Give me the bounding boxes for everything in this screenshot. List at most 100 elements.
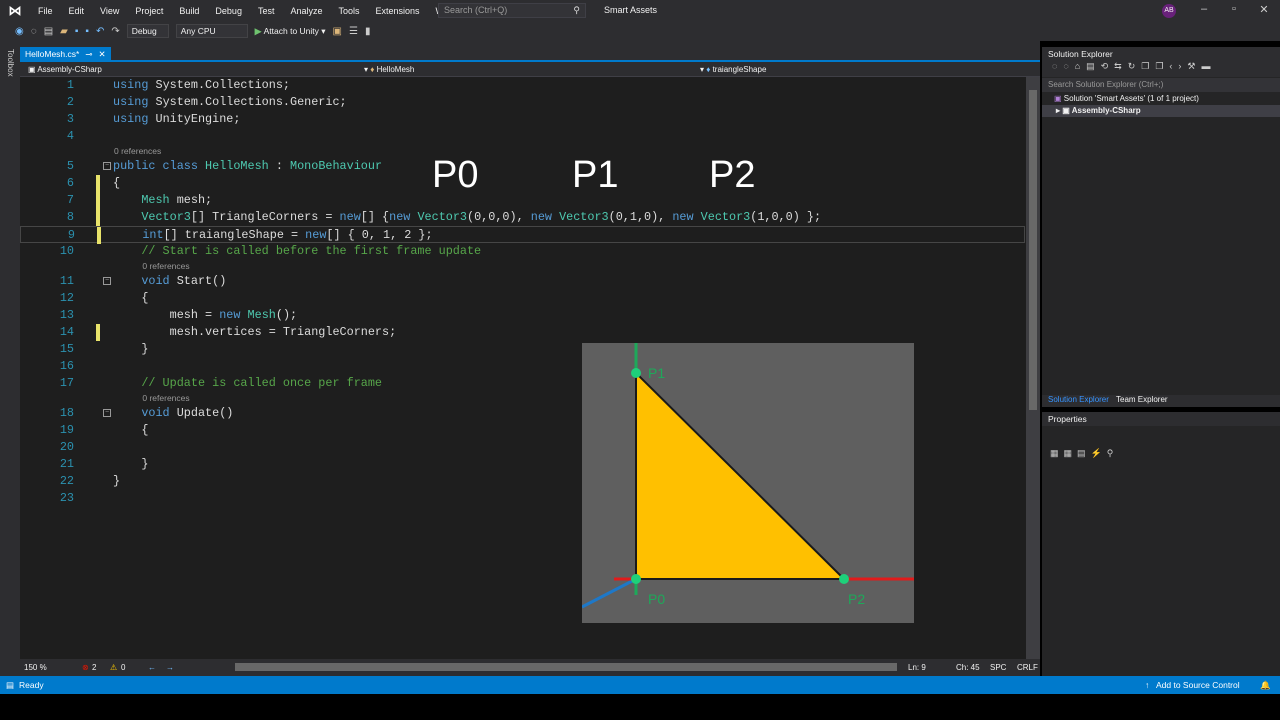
back-icon[interactable]: ◉: [15, 26, 24, 37]
code-line[interactable]: 9 int[] traiangleShape = new[] { 0, 1, 2…: [20, 226, 1025, 244]
project-dropdown[interactable]: ▣ Assembly-CSharp: [24, 63, 364, 76]
bookmark-icon[interactable]: ▮: [365, 26, 371, 37]
code-line[interactable]: 5 − public class HelloMesh : MonoBehaviour: [20, 158, 1025, 175]
code-text: // Start is called before the first fram…: [113, 243, 481, 260]
nav-forward-icon[interactable]: →: [166, 663, 174, 672]
code-token: }: [113, 342, 149, 356]
solution-search-input[interactable]: Search Solution Explorer (Ctrl+;): [1042, 78, 1280, 92]
close-tab-icon[interactable]: ✕: [98, 47, 105, 62]
nav-back-icon[interactable]: ←: [148, 663, 156, 672]
code-line[interactable]: 6{: [20, 175, 1025, 192]
menu-extensions[interactable]: Extensions: [368, 6, 428, 16]
menu-debug[interactable]: Debug: [207, 6, 250, 16]
tab-solution-explorer[interactable]: Solution Explorer: [1048, 395, 1109, 404]
menu-project[interactable]: Project: [127, 6, 171, 16]
search-input[interactable]: Search (Ctrl+Q) ⚲: [438, 3, 586, 18]
tree-solution[interactable]: ▣ Solution 'Smart Assets' (1 of 1 projec…: [1042, 93, 1280, 105]
code-line[interactable]: 8 Vector3[] TriangleCorners = new[] {new…: [20, 209, 1025, 226]
code-line[interactable]: 4: [20, 128, 1025, 145]
properties-title: Properties: [1042, 412, 1280, 426]
error-count[interactable]: 2: [92, 663, 96, 672]
code-line[interactable]: 11 − void Start(): [20, 273, 1025, 290]
error-icon[interactable]: ⊗: [82, 663, 89, 672]
horizontal-scrollbar[interactable]: [235, 663, 897, 671]
collapse-icon[interactable]: −: [103, 277, 111, 285]
save-all-icon[interactable]: ▪: [85, 26, 89, 37]
code-token: void: [113, 406, 177, 420]
references-label[interactable]: 0 references: [142, 392, 189, 405]
vertex-label: P0: [648, 591, 665, 607]
menu-view[interactable]: View: [92, 6, 127, 16]
code-line[interactable]: 13 mesh = new Mesh();: [20, 307, 1025, 324]
code-token: [] traiangleShape =: [163, 228, 306, 242]
code-text: int[] traiangleShape = new[] { 0, 1, 2 }…: [114, 227, 432, 244]
redo-icon[interactable]: ↷: [111, 26, 119, 37]
code-text: }: [113, 341, 148, 358]
config-select[interactable]: Debug: [126, 24, 169, 38]
output-icon: ▤: [6, 680, 15, 690]
find-icon[interactable]: ▣: [333, 26, 342, 37]
menu-edit[interactable]: Edit: [61, 6, 93, 16]
code-token: UnityEngine;: [155, 112, 241, 126]
code-line[interactable]: 12 {: [20, 290, 1025, 307]
code-token: int: [114, 228, 164, 242]
collapse-icon[interactable]: −: [103, 162, 111, 170]
code-token: Mesh: [247, 308, 276, 322]
notification-icon[interactable]: 🔔: [1260, 680, 1271, 691]
comment-icon[interactable]: ☰: [349, 26, 358, 37]
warning-count[interactable]: 0: [121, 663, 125, 672]
solution-explorer-toolbar[interactable]: ◌◌⌂▤⟲⇆↻❐❐‹›⚒▬: [1042, 61, 1280, 77]
collapse-icon[interactable]: −: [103, 409, 111, 417]
menu-test[interactable]: Test: [250, 6, 283, 16]
menu-file[interactable]: File: [30, 6, 61, 16]
change-marker: [96, 209, 100, 226]
warning-icon[interactable]: ⚠: [110, 663, 117, 672]
pin-icon[interactable]: ⊸: [85, 47, 92, 62]
codelens-references[interactable]: 0 references: [20, 260, 1025, 273]
code-token: Start(): [176, 274, 227, 288]
search-icon: ⚲: [573, 5, 580, 15]
tab-team-explorer[interactable]: Team Explorer: [1116, 395, 1168, 404]
change-marker: [96, 324, 100, 341]
open-icon[interactable]: ▰: [60, 26, 68, 37]
attach-to-unity-button[interactable]: ▶ Attach to Unity ▾: [255, 26, 326, 37]
line-number: 8: [66, 210, 74, 224]
indent-mode: SPC: [990, 663, 1007, 672]
tab-hellomesh[interactable]: HelloMesh.cs* ⊸ ✕: [20, 47, 111, 62]
code-line[interactable]: 10 // Start is called before the first f…: [20, 243, 1025, 260]
tree-project[interactable]: ▸ ▣ Assembly-CSharp: [1042, 105, 1280, 117]
toolbox-sidebar[interactable]: Toolbox: [0, 41, 20, 676]
maximize-button[interactable]: ▫: [1224, 3, 1244, 15]
code-line[interactable]: 2 using System.Collections.Generic;: [20, 94, 1025, 111]
menu-tools[interactable]: Tools: [331, 6, 368, 16]
avatar[interactable]: AB: [1162, 4, 1176, 18]
add-to-source-control[interactable]: Add to Source Control: [1156, 680, 1240, 690]
menu-build[interactable]: Build: [171, 6, 207, 16]
new-item-icon[interactable]: ▤: [44, 26, 53, 37]
code-line[interactable]: 3 using UnityEngine;: [20, 111, 1025, 128]
class-dropdown[interactable]: ▾ ♦ HelloMesh: [360, 63, 700, 76]
code-line[interactable]: 1 using System.Collections;: [20, 77, 1025, 94]
undo-icon[interactable]: ↶: [96, 26, 104, 37]
menu-analyze[interactable]: Analyze: [282, 6, 330, 16]
references-label[interactable]: 0 references: [114, 145, 161, 158]
code-line[interactable]: 14 mesh.vertices = TriangleCorners;: [20, 324, 1025, 341]
class-label: HelloMesh: [376, 65, 415, 74]
code-text: Mesh mesh;: [113, 192, 212, 209]
visual-studio-logo-icon: ⋈: [8, 2, 22, 18]
platform-select[interactable]: Any CPU: [175, 24, 248, 38]
save-icon[interactable]: ▪: [75, 26, 79, 37]
properties-toolbar[interactable]: ▦▦▤⚡⚲: [1042, 426, 1280, 459]
code-token: new: [530, 210, 560, 224]
minimize-button[interactable]: –: [1194, 3, 1214, 15]
change-marker: [97, 227, 101, 244]
forward-icon[interactable]: ◌: [31, 26, 37, 37]
zoom-level[interactable]: 150 %: [24, 663, 47, 672]
member-dropdown[interactable]: ▾ ♦ traiangleShape: [696, 63, 1036, 76]
solution-explorer-title: Solution Explorer: [1042, 47, 1280, 61]
vertical-scroll-thumb[interactable]: [1029, 90, 1037, 410]
code-line[interactable]: 7 Mesh mesh;: [20, 192, 1025, 209]
codelens-references[interactable]: 0 references: [20, 145, 1025, 158]
references-label[interactable]: 0 references: [142, 260, 189, 273]
close-window-button[interactable]: ✕: [1254, 3, 1274, 16]
